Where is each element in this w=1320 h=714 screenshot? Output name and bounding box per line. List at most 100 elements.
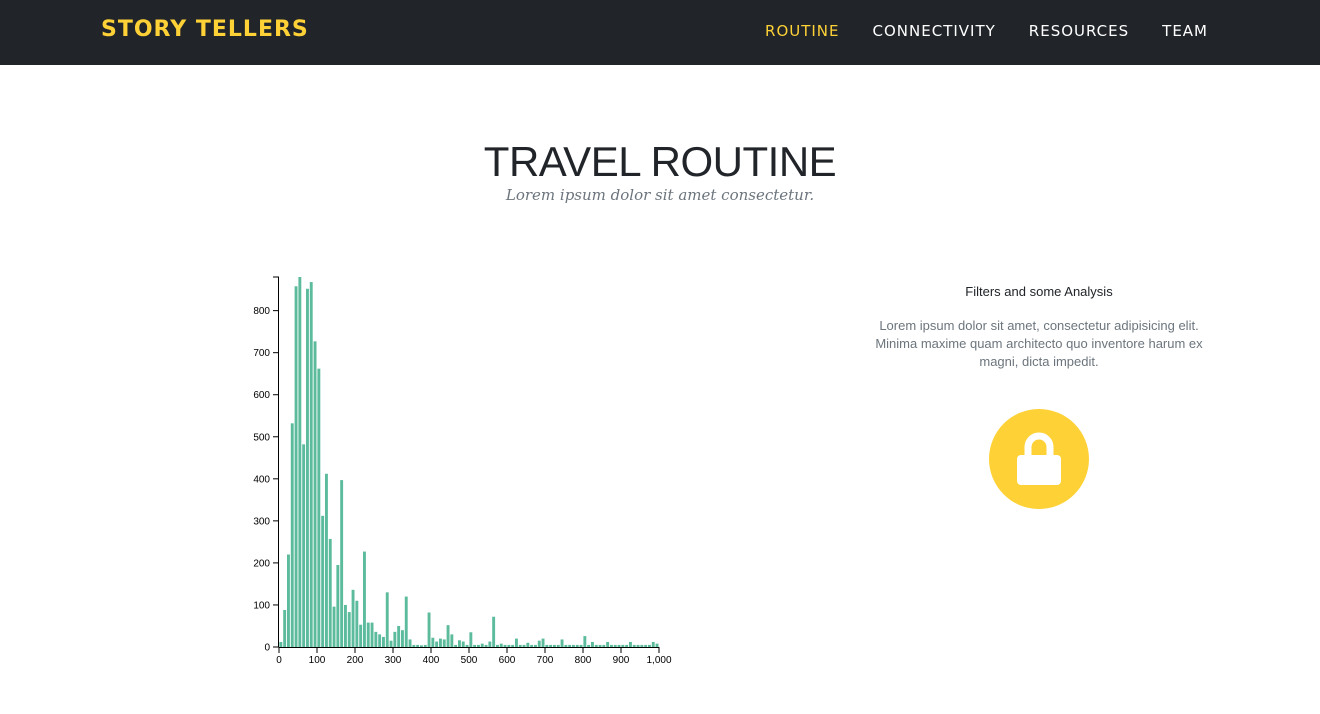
analysis-text: Lorem ipsum dolor sit amet, consectetur … [875, 318, 1203, 369]
bar [370, 622, 374, 647]
x-tick-label: 700 [537, 655, 554, 666]
bar [655, 643, 659, 647]
bar [290, 423, 294, 647]
x-tick-label: 400 [423, 655, 440, 666]
bar [382, 636, 385, 647]
bar [450, 634, 454, 647]
x-tick-label: 1,000 [646, 655, 671, 666]
bar [374, 631, 378, 647]
bar [572, 644, 575, 647]
bar [469, 632, 473, 647]
navbar: STORY TELLERS ROUTINE CONNECTIVITY RESOU… [0, 0, 1320, 65]
bar [423, 644, 427, 647]
bar [515, 638, 518, 647]
nav-item-connectivity[interactable]: CONNECTIVITY [873, 22, 996, 40]
bar [629, 641, 632, 647]
bar [610, 644, 613, 647]
bar [294, 286, 298, 647]
bar [321, 515, 325, 647]
bar [591, 641, 594, 647]
x-tick-label: 600 [499, 655, 516, 666]
analysis-panel: Filters and some Analysis Lorem ipsum do… [870, 284, 1208, 371]
bar [336, 565, 340, 647]
bar [317, 368, 321, 647]
bar [507, 644, 511, 647]
y-tick-label: 700 [253, 348, 270, 359]
bar [526, 642, 530, 647]
lock-icon [1017, 432, 1061, 485]
bar [302, 444, 306, 647]
nav-item-team[interactable]: TEAM [1162, 22, 1208, 40]
bar [283, 610, 287, 647]
bar [416, 644, 420, 647]
bar [613, 644, 617, 647]
bar [560, 639, 564, 647]
bar [408, 639, 412, 647]
bar [511, 644, 515, 647]
y-tick-label: 500 [253, 432, 270, 443]
bar [309, 282, 313, 647]
bars-group [279, 277, 659, 647]
bar [568, 644, 572, 647]
bar [594, 644, 598, 647]
bar [636, 644, 640, 647]
bar [351, 589, 355, 647]
bar [287, 554, 290, 647]
bar [541, 638, 545, 647]
bar [439, 638, 442, 647]
bar [621, 644, 625, 647]
bar [465, 644, 469, 647]
bar [564, 644, 568, 647]
bar [644, 644, 648, 647]
bar [480, 643, 484, 647]
section-heading: TRAVEL ROUTINE Lorem ipsum dolor sit ame… [0, 138, 1320, 204]
bar [640, 644, 644, 647]
bar [549, 644, 553, 647]
bar [397, 625, 401, 647]
bar [602, 644, 606, 647]
bar [518, 644, 522, 647]
nav-item-resources[interactable]: RESOURCES [1029, 22, 1129, 40]
bar [606, 641, 610, 647]
bar [473, 644, 477, 647]
x-tick-label: 900 [613, 655, 630, 666]
y-tick-label: 600 [253, 390, 270, 401]
bar [496, 644, 499, 647]
y-tick-label: 800 [253, 306, 270, 317]
bar [344, 604, 347, 647]
bar [442, 639, 446, 647]
lock-button[interactable] [989, 409, 1089, 509]
y-tick-label: 300 [253, 516, 270, 527]
bar [537, 640, 541, 647]
bar [401, 630, 404, 647]
bar [617, 644, 621, 647]
x-tick-label: 100 [309, 655, 326, 666]
bar [328, 538, 332, 647]
bar [446, 625, 450, 647]
bar [427, 612, 431, 647]
bar [393, 631, 397, 647]
bar [587, 644, 591, 647]
bar [385, 592, 389, 647]
brand-logo[interactable]: STORY TELLERS [101, 17, 309, 42]
bar [412, 644, 416, 647]
bar [583, 636, 587, 647]
y-tick-label: 400 [253, 474, 270, 485]
x-tick-label: 800 [575, 655, 592, 666]
bar [366, 622, 370, 647]
x-tick-label: 0 [276, 655, 282, 666]
y-tick-label: 0 [264, 643, 270, 654]
bar [431, 637, 435, 647]
bar [579, 644, 583, 647]
nav-item-routine[interactable]: ROUTINE [765, 22, 840, 40]
bar [359, 624, 363, 647]
bar [454, 644, 458, 647]
bar [575, 644, 579, 647]
bar [488, 641, 492, 647]
bar [648, 644, 651, 647]
page-subtitle: Lorem ipsum dolor sit amet consectetur. [505, 186, 815, 204]
bar [355, 600, 359, 647]
bar [522, 644, 526, 647]
bar [340, 480, 344, 647]
bar [492, 616, 496, 647]
